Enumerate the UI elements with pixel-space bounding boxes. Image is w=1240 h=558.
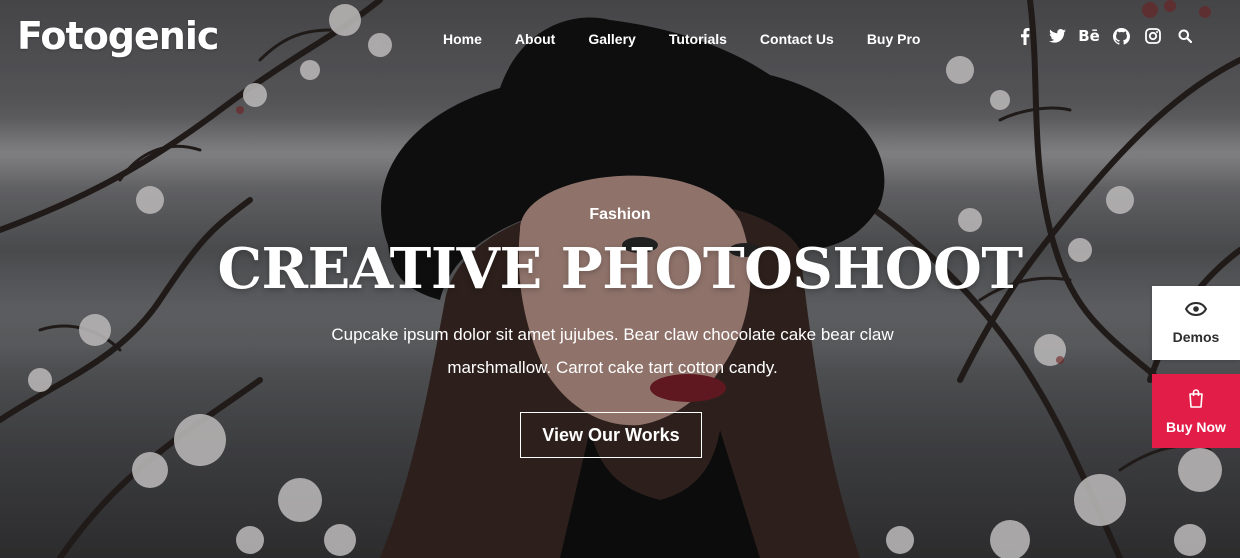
nav-about[interactable]: About [515,31,555,47]
search-icon[interactable] [1176,27,1194,45]
nav-contact-us[interactable]: Contact Us [760,31,834,47]
nav-tutorials[interactable]: Tutorials [669,31,727,47]
buy-now-label: Buy Now [1166,418,1226,435]
hero-title: CREATIVE PHOTOSHOOT [217,236,1023,302]
demos-button[interactable]: Demos [1152,286,1240,360]
site-logo[interactable]: Fotogenic [17,14,219,58]
facebook-icon[interactable] [1016,27,1034,45]
nav-home[interactable]: Home [443,31,482,47]
hero-description: Cupcake ipsum dolor sit amet jujubes. Be… [331,325,894,377]
behance-icon[interactable]: Bē [1078,27,1100,45]
main-navigation: Home About Gallery Tutorials Contact Us … [443,31,921,47]
hero-category: Fashion [589,206,651,223]
github-icon[interactable] [1112,27,1130,45]
nav-buy-pro[interactable]: Buy Pro [867,31,921,47]
site-header: Fotogenic Home About Gallery Tutorials C… [0,0,1240,78]
view-our-works-button[interactable]: View Our Works [520,412,702,458]
demos-label: Demos [1172,328,1220,345]
nav-gallery[interactable]: Gallery [588,31,635,47]
buy-now-button[interactable]: Buy Now [1152,374,1240,448]
instagram-icon[interactable] [1144,27,1162,45]
eye-icon [1184,301,1208,321]
twitter-icon[interactable] [1048,27,1066,45]
social-links: Bē [1016,27,1194,45]
shopping-bag-icon [1188,388,1204,413]
